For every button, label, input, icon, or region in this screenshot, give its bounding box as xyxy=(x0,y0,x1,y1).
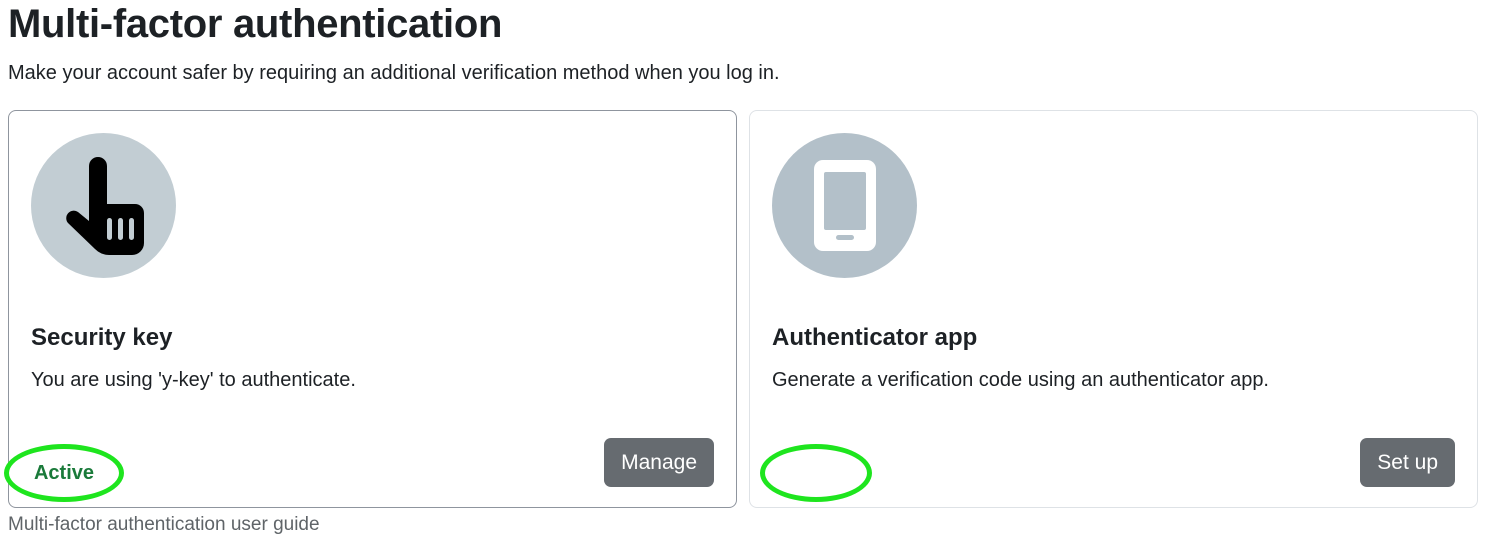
mobile-phone-icon-graphic xyxy=(814,160,876,251)
status-badge: Active xyxy=(4,444,124,502)
mobile-phone-icon xyxy=(772,133,917,278)
user-guide-link[interactable]: Multi-factor authentication user guide xyxy=(8,512,320,538)
page-title: Multi-factor authentication xyxy=(8,2,503,46)
manage-button[interactable]: Manage xyxy=(604,438,714,487)
authenticator-app-card: Authenticator app Generate a verificatio… xyxy=(749,110,1478,508)
card-description: Generate a verification code using an au… xyxy=(772,369,1269,391)
pointing-hand-icon xyxy=(31,133,176,278)
security-key-card: Security key You are using 'y-key' to au… xyxy=(4,110,737,508)
setup-button[interactable]: Set up xyxy=(1360,438,1455,487)
page-subtitle: Make your account safer by requiring an … xyxy=(8,62,780,84)
pointing-hand-icon-graphic xyxy=(66,157,144,255)
card-title: Authenticator app xyxy=(772,324,978,351)
card-description: You are using 'y-key' to authenticate. xyxy=(31,369,356,391)
card-title: Security key xyxy=(31,324,173,351)
status-badge xyxy=(760,444,872,502)
